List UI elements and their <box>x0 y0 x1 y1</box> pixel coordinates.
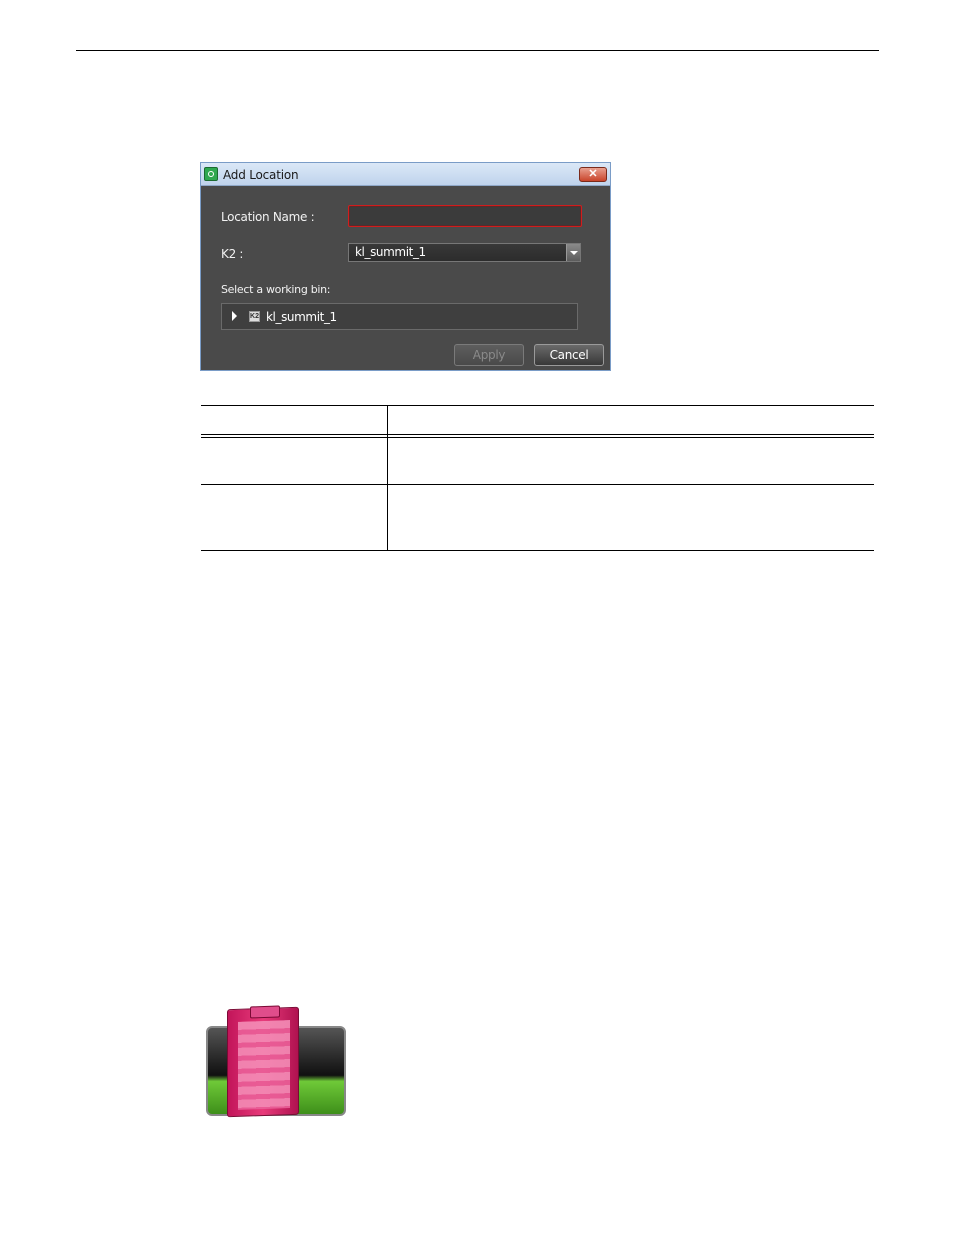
close-icon[interactable]: ✕ <box>579 167 607 182</box>
k2-label: K2 : <box>221 247 244 261</box>
table-top-rule <box>201 405 874 406</box>
dialog-titlebar[interactable]: Add Location ✕ <box>201 163 610 186</box>
location-name-input[interactable] <box>348 205 582 227</box>
chevron-down-icon[interactable] <box>566 244 580 261</box>
table-header-rule <box>201 434 874 435</box>
expand-arrow-icon[interactable] <box>232 311 237 321</box>
dialog-title: Add Location <box>223 168 299 182</box>
app-icon <box>204 167 218 181</box>
working-bin-label: Select a working bin: <box>221 283 331 296</box>
cancel-button[interactable]: Cancel <box>534 344 604 366</box>
apply-button[interactable]: Apply <box>454 344 524 366</box>
table-bottom-rule <box>201 550 874 551</box>
working-bin-tree: K2 kl_summit_1 <box>221 303 578 330</box>
table-column-divider <box>387 405 388 551</box>
clipboard-clip <box>250 1005 280 1019</box>
clipboard-icon <box>201 1004 353 1120</box>
table-header-rule-double <box>201 437 874 438</box>
add-location-dialog: Add Location ✕ Location Name : K2 : kl_s… <box>200 162 611 371</box>
k2-select[interactable]: kl_summit_1 <box>348 243 581 262</box>
table-row-rule <box>201 484 874 485</box>
clipboard-paper <box>238 1020 290 1110</box>
server-icon: K2 <box>249 311 260 322</box>
k2-selected-value: kl_summit_1 <box>355 245 426 259</box>
tree-node-label[interactable]: kl_summit_1 <box>266 310 337 324</box>
clipboard-body <box>227 1005 299 1118</box>
header-rule <box>76 50 879 51</box>
location-name-label: Location Name : <box>221 210 315 224</box>
